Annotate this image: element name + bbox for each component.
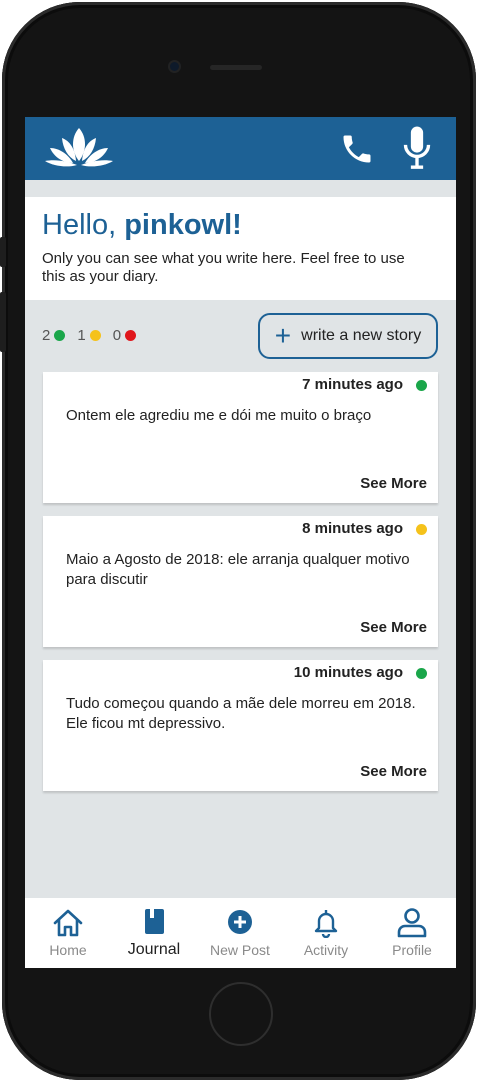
greeting-hello: Hello, xyxy=(42,209,117,241)
earpiece-speaker xyxy=(210,65,262,70)
user-icon xyxy=(397,908,427,938)
microphone-icon[interactable] xyxy=(401,125,433,171)
see-more-link[interactable]: See More xyxy=(360,619,427,636)
story-card[interactable]: 7 minutes ago Ontem ele agrediu me e dói… xyxy=(43,372,438,503)
bell-icon xyxy=(314,910,338,938)
green-count: 2 xyxy=(42,327,51,344)
story-text: Tudo começou quando a mãe dele morreu em… xyxy=(66,695,416,732)
greeting-username: pinkowl! xyxy=(124,209,242,241)
tab-new-post[interactable]: New Post xyxy=(197,898,283,968)
story-status-dot xyxy=(416,524,427,535)
phone-icon[interactable] xyxy=(339,131,375,167)
plus-circle-icon xyxy=(228,910,252,934)
red-status-dot xyxy=(125,330,137,341)
home-icon xyxy=(53,909,83,937)
front-camera xyxy=(168,60,181,73)
story-card[interactable]: 8 minutes ago Maio a Agosto de 2018: ele… xyxy=(43,516,438,647)
write-new-story-label: write a new story xyxy=(301,327,422,344)
journal-icon xyxy=(145,909,164,934)
tab-profile[interactable]: Profile xyxy=(369,898,455,968)
tab-label: Home xyxy=(49,942,87,958)
story-status-dot xyxy=(416,380,427,391)
side-button xyxy=(0,237,6,267)
write-new-story-button[interactable]: + write a new story xyxy=(258,313,438,359)
tab-label: Journal xyxy=(127,941,181,958)
tab-label: New Post xyxy=(210,942,270,958)
tab-journal[interactable]: Journal xyxy=(111,898,197,968)
story-text: Ontem ele agrediu me e dói me muito o br… xyxy=(66,407,372,424)
plus-icon: + xyxy=(274,320,292,351)
story-text: Maio a Agosto de 2018: ele arranja qualq… xyxy=(66,551,410,588)
side-button xyxy=(0,292,6,352)
home-button[interactable] xyxy=(209,982,273,1046)
story-time: 8 minutes ago xyxy=(302,520,403,537)
tab-label: Profile xyxy=(392,942,432,958)
tab-label: Activity xyxy=(303,942,349,958)
greeting-title: Hello, pinkowl! xyxy=(42,209,242,242)
see-more-link[interactable]: See More xyxy=(360,475,427,492)
app-screen: Hello, pinkowl! Only you can see what yo… xyxy=(25,117,456,968)
yellow-status-dot xyxy=(89,330,101,341)
bottom-tab-bar: Home Journal New Post Activity Profile xyxy=(25,898,456,968)
story-time: 7 minutes ago xyxy=(302,376,403,393)
status-counts: 2 1 0 xyxy=(42,327,148,344)
see-more-link[interactable]: See More xyxy=(360,763,427,780)
red-count: 0 xyxy=(112,327,122,344)
green-status-dot xyxy=(54,330,66,341)
lotus-icon xyxy=(45,128,113,167)
story-status-dot xyxy=(416,668,427,679)
app-header xyxy=(25,117,456,180)
story-card[interactable]: 10 minutes ago Tudo começou quando a mãe… xyxy=(43,660,438,791)
yellow-count: 1 xyxy=(77,327,86,344)
greeting-panel: Hello, pinkowl! Only you can see what yo… xyxy=(25,197,456,300)
tab-activity[interactable]: Activity xyxy=(283,898,369,968)
tab-home[interactable]: Home xyxy=(25,898,111,968)
greeting-subtitle: Only you can see what you write here. Fe… xyxy=(42,250,405,285)
story-time: 10 minutes ago xyxy=(293,664,403,681)
